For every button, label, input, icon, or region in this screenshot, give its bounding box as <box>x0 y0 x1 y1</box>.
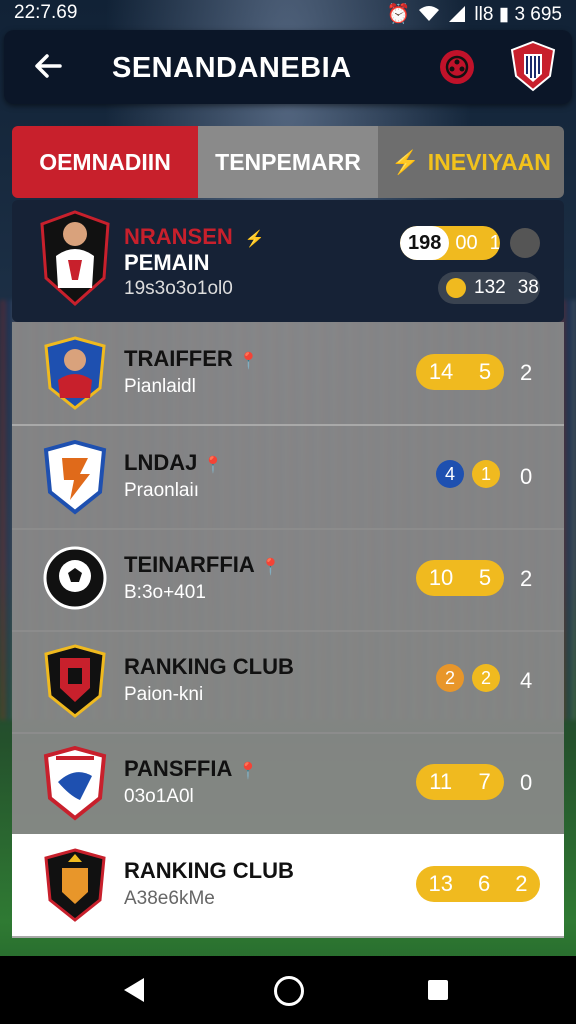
back-arrow-icon[interactable] <box>30 48 66 84</box>
nav-back-icon[interactable] <box>124 978 144 1002</box>
row-sub: B:3o+401 <box>124 582 206 603</box>
row-sub: Praonlaiı <box>124 480 199 501</box>
row-name: RANKING CLUB <box>124 858 294 883</box>
club-crest-icon <box>43 746 107 821</box>
player-crest-icon <box>44 336 106 410</box>
pin-icon: 📍 <box>203 457 224 474</box>
club-crest-icon[interactable] <box>510 40 556 92</box>
score-pill: 14 5 <box>416 354 504 390</box>
signal-icon <box>449 6 466 22</box>
featured-sub: 19s3o3o1ol0 <box>124 278 233 299</box>
list-item[interactable]: RANKING CLUB A38e6kMe 13 6 2 <box>12 834 564 938</box>
more-button[interactable] <box>510 228 540 258</box>
tab-bar: OEMNADIIN TENPEMARR ⚡ INEVIYAAN <box>12 126 564 198</box>
page-title: SENANDANEBIA <box>112 52 352 84</box>
status-bar: 22:7.69 ⏰ ll8 ▮ 3 695 <box>0 0 576 26</box>
row-number: 2 <box>520 566 533 591</box>
tab-label: OEMNADIIN <box>39 148 171 175</box>
stat-value: 132 <box>474 277 506 298</box>
system-nav-bar <box>0 956 576 1024</box>
featured-stat-pill: 132 38 <box>438 272 540 304</box>
app-bar: SENANDANEBIA <box>4 30 572 104</box>
score-value: 14 <box>428 359 454 384</box>
status-right-text: ll8 ▮ 3 695 <box>474 3 562 25</box>
soccer-ball-crest-icon <box>43 546 107 610</box>
row-name: LNDAJ <box>124 450 198 475</box>
status-time: 22:7.69 <box>14 2 78 23</box>
coin-icon <box>446 278 466 298</box>
tab-tenpemarr[interactable]: TENPEMARR <box>198 126 378 198</box>
featured-title: PEMAIN <box>124 250 210 275</box>
score-value: 5 <box>478 359 492 384</box>
bolt-icon: ⚡ <box>391 148 420 175</box>
tab-ineviyaan[interactable]: ⚡ INEVIYAAN <box>378 126 564 198</box>
row-name: TEINARFFIA <box>124 552 255 577</box>
score-mid: 00 <box>455 231 478 254</box>
score-right: 1 <box>489 231 500 254</box>
row-name: PANSFFIA <box>124 756 233 781</box>
score-value: 2 <box>515 871 528 896</box>
nav-home-icon[interactable] <box>274 976 304 1006</box>
shield-crest-icon <box>43 440 107 515</box>
tab-label: INEVIYAAN <box>427 148 551 175</box>
score-value: 5 <box>478 565 492 590</box>
score-value: 13 <box>428 871 453 896</box>
score-pill: 10 5 <box>416 560 504 596</box>
score-value: 7 <box>478 769 491 794</box>
list-item[interactable]: PANSFFIA 📍 03o1A0l 11 7 0 <box>12 732 564 836</box>
featured-player-card[interactable]: NRANSEN ⚡ PEMAIN 19s3o3o1ol0 198 00 1 13… <box>12 200 564 322</box>
row-sub: Paion-kni <box>124 684 204 705</box>
status-icons: ⏰ ll8 ▮ 3 695 <box>387 2 562 26</box>
red-pin-icon: ⚡ <box>244 231 265 248</box>
score-value: 6 <box>477 871 491 896</box>
score-value: 11 <box>429 769 453 794</box>
player-crest-icon <box>40 210 110 307</box>
list-item[interactable]: TEINARFFIA 📍 B:3o+401 10 5 2 <box>12 528 564 632</box>
list-item[interactable]: TRAIFFER 📍 Pianlaidl 14 5 2 <box>12 322 564 426</box>
nav-recents-icon[interactable] <box>428 980 448 1000</box>
row-number: 4 <box>520 668 533 693</box>
list-item[interactable]: LNDAJ 📍 Praonlaiı 4 1 0 <box>12 426 564 530</box>
stat-extra: 38 <box>517 277 539 298</box>
tab-oemnadiin[interactable]: OEMNADIIN <box>12 126 198 198</box>
alarm-icon: ⏰ <box>386 4 411 25</box>
yellow-badge: 2 <box>472 664 500 692</box>
pin-icon: 📍 <box>238 353 259 370</box>
row-number: 0 <box>520 464 533 489</box>
featured-name: NRANSEN <box>124 224 233 249</box>
score-pill: 13 6 2 <box>416 866 540 902</box>
list-item[interactable]: RANKING CLUB Paion-kni 2 2 4 <box>12 630 564 734</box>
tab-label: TENPEMARR <box>215 148 361 175</box>
row-sub: 03o1A0l <box>124 786 194 807</box>
pin-icon: 📍 <box>238 763 259 780</box>
featured-score-pill: 198 00 1 <box>400 226 500 260</box>
score-value: 10 <box>428 565 454 590</box>
score-pill: 11 7 <box>416 764 504 800</box>
club-crest-icon <box>44 848 106 922</box>
row-name: TRAIFFER <box>124 346 233 371</box>
club-crest-icon <box>44 644 106 718</box>
row-number: 2 <box>520 360 533 385</box>
wifi-icon <box>419 6 440 21</box>
yellow-badge: 1 <box>472 460 500 488</box>
blue-badge: 4 <box>436 460 464 488</box>
row-number: 0 <box>520 770 533 795</box>
ball-button[interactable] <box>440 50 474 84</box>
row-sub: A38e6kMe <box>124 888 215 909</box>
row-name: RANKING CLUB <box>124 654 294 679</box>
ball-icon <box>445 55 469 79</box>
pin-icon: 📍 <box>260 559 281 576</box>
row-sub: Pianlaidl <box>124 376 196 397</box>
orange-badge: 2 <box>436 664 464 692</box>
score-left: 198 <box>400 226 450 260</box>
